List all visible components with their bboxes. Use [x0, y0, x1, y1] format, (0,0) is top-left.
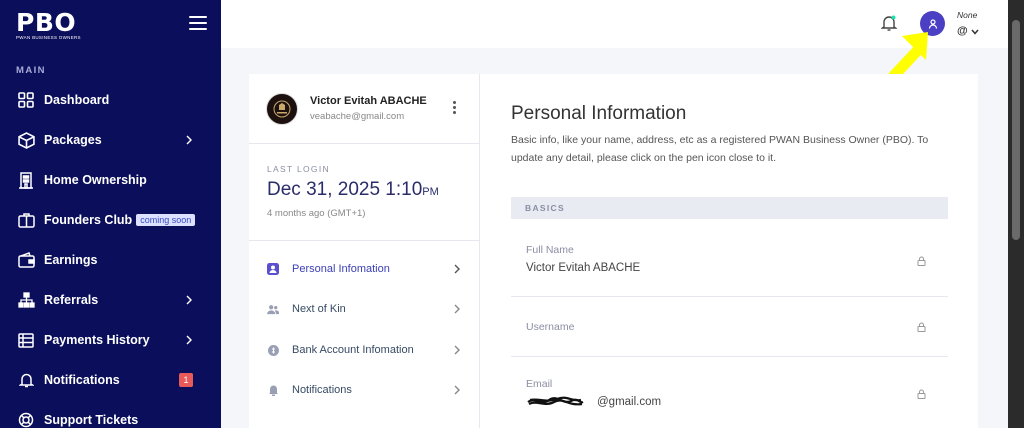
redaction-scribble	[527, 396, 584, 406]
menu-label: Next of Kin	[292, 303, 346, 315]
field-label: Username	[526, 321, 575, 333]
profile-avatar[interactable]	[266, 93, 298, 125]
sidebar-item-label: Founders Club	[44, 213, 133, 227]
menu-label: Notifications	[292, 384, 352, 396]
profile-email: veabache@gmail.com	[310, 111, 405, 122]
last-login-ago: 4 months ago (GMT+1)	[267, 208, 366, 219]
hierarchy-icon	[17, 291, 35, 309]
field-value: @gmail.com	[597, 396, 662, 408]
profile-logo-icon	[273, 100, 291, 118]
last-login-meridiem: PM	[422, 186, 439, 198]
list-icon	[17, 331, 35, 349]
notification-count-badge: 1	[179, 373, 193, 387]
profile-card: Victor Evitah ABACHE veabache@gmail.com …	[249, 74, 480, 428]
sidebar-item-label: Referrals	[44, 293, 99, 307]
sidebar-item-label: Earnings	[44, 253, 98, 267]
profile-header: Victor Evitah ABACHE veabache@gmail.com	[249, 74, 480, 144]
chevron-right-icon	[454, 304, 460, 314]
last-login-datetime: Dec 31, 2025 1:10	[267, 179, 423, 200]
last-login-label: LAST LOGIN	[267, 164, 330, 174]
coming-soon-badge: coming soon	[136, 214, 196, 226]
sidebar-item-label: Payments History	[44, 333, 150, 347]
logo[interactable]: PBO PWAN BUSINESS OWNERS	[16, 10, 81, 40]
profile-name: Victor Evitah ABACHE	[310, 95, 427, 107]
profile-menu-notifications[interactable]: Notifications	[249, 370, 480, 410]
chevron-right-icon	[454, 385, 460, 395]
chevron-down-icon[interactable]	[971, 29, 979, 35]
section-header: BASICS	[511, 197, 948, 219]
sidebar-item-label: Support Tickets	[44, 413, 139, 427]
section-label: MAIN	[16, 65, 46, 76]
users-icon	[267, 303, 279, 315]
briefcase-icon	[17, 211, 35, 229]
sidebar: PBO PWAN BUSINESS OWNERS MAIN Dashboard …	[0, 0, 221, 428]
menu-label: Personal Infomation	[292, 263, 390, 275]
user-name[interactable]: None	[957, 10, 977, 20]
page-description: Basic info, like your name, address, etc…	[511, 134, 929, 164]
sidebar-item-label: Dashboard	[44, 93, 110, 107]
page-scrollbar[interactable]	[1008, 0, 1024, 428]
user-card-icon	[267, 263, 279, 275]
wallet-icon	[17, 251, 35, 269]
sidebar-item-referrals[interactable]: Referrals	[0, 280, 221, 320]
sidebar-item-earnings[interactable]: Earnings	[0, 240, 221, 280]
sidebar-item-label: Notifications	[44, 373, 120, 387]
menu-toggle-icon[interactable]	[189, 16, 207, 30]
user-handle[interactable]: @	[957, 25, 968, 37]
lock-icon	[917, 322, 926, 332]
lock-icon	[917, 256, 926, 266]
lock-icon	[917, 389, 926, 399]
package-icon	[17, 131, 35, 149]
field-email[interactable]: Email @gmail.com	[511, 357, 948, 428]
chevron-right-icon	[186, 135, 192, 145]
bank-icon	[267, 344, 279, 356]
field-value: Victor Evitah ABACHE	[526, 262, 641, 274]
chevron-right-icon	[454, 345, 460, 355]
lifebuoy-icon	[17, 411, 35, 428]
sidebar-item-support-tickets[interactable]: Support Tickets	[0, 400, 221, 428]
page-title: Personal Information	[511, 103, 687, 124]
last-login-panel: LAST LOGIN Dec 31, 2025 1:10PM 4 months …	[249, 144, 480, 241]
bell-icon	[17, 371, 35, 389]
field-full-name[interactable]: Full Name Victor Evitah ABACHE	[511, 237, 948, 297]
bell-icon	[267, 384, 279, 396]
profile-menu-personal-information[interactable]: Personal Infomation	[249, 249, 480, 289]
profile-menu-bank-account[interactable]: Bank Account Infomation	[249, 330, 480, 370]
dashboard-icon	[17, 91, 35, 109]
menu-label: Bank Account Infomation	[292, 344, 414, 356]
chevron-right-icon	[186, 295, 192, 305]
scrollbar-thumb[interactable]	[1012, 20, 1020, 240]
sidebar-item-notifications[interactable]: Notifications 1	[0, 360, 221, 400]
field-label: Email	[526, 378, 553, 390]
sidebar-item-founders-club[interactable]: Founders Club coming soon	[0, 200, 221, 240]
chevron-right-icon	[454, 264, 460, 274]
sidebar-item-dashboard[interactable]: Dashboard	[0, 80, 221, 120]
personal-info-panel: Personal Information Basic info, like yo…	[480, 74, 978, 428]
logo-subtitle: PWAN BUSINESS OWNERS	[16, 35, 81, 40]
sidebar-item-packages[interactable]: Packages	[0, 120, 221, 160]
profile-menu-next-of-kin[interactable]: Next of Kin	[249, 289, 480, 329]
sidebar-item-home-ownership[interactable]: Home Ownership	[0, 160, 221, 200]
logo-text: PBO	[16, 8, 77, 37]
field-label: Full Name	[526, 244, 574, 256]
building-icon	[17, 171, 35, 189]
field-username[interactable]: Username	[511, 297, 948, 357]
sidebar-item-label: Packages	[44, 133, 102, 147]
chevron-right-icon	[186, 335, 192, 345]
user-icon	[928, 18, 937, 29]
sidebar-item-label: Home Ownership	[44, 173, 147, 187]
last-login-date: Dec 31, 2025 1:10PM	[267, 179, 439, 201]
more-options-icon[interactable]	[453, 101, 457, 117]
sidebar-item-payments-history[interactable]: Payments History	[0, 320, 221, 360]
